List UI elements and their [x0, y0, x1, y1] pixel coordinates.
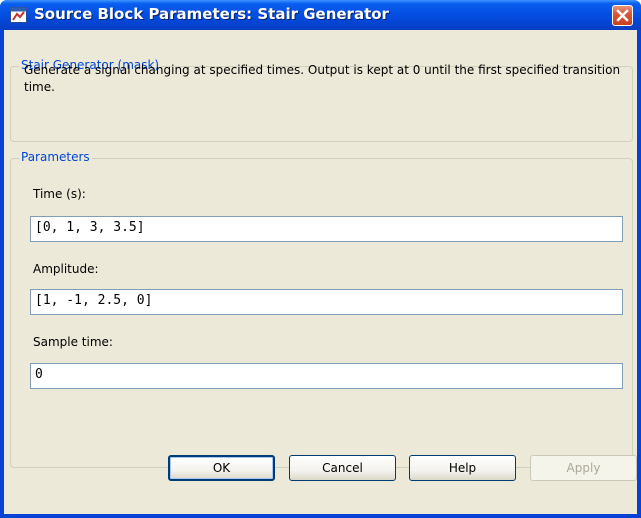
apply-button: Apply [530, 455, 637, 481]
help-button[interactable]: Help [409, 455, 516, 481]
ok-button[interactable]: OK [168, 455, 275, 481]
sample-time-label: Sample time: [33, 335, 113, 349]
close-button[interactable] [612, 5, 633, 26]
dialog-window: Source Block Parameters: Stair Generator… [0, 0, 641, 518]
window-title: Source Block Parameters: Stair Generator [34, 5, 389, 23]
parameters-group-legend: Parameters [19, 150, 92, 164]
amplitude-input[interactable]: [1, -1, 2.5, 0] [30, 289, 623, 315]
amplitude-label: Amplitude: [33, 262, 99, 276]
mask-description: Generate a signal changing at specified … [24, 63, 621, 94]
sample-time-input[interactable]: 0 [30, 363, 623, 389]
title-bar[interactable]: Source Block Parameters: Stair Generator [0, 0, 641, 30]
close-icon [616, 9, 629, 22]
simulink-block-icon [10, 7, 27, 23]
dialog-body: Stair Generator (mask) Parameters [4, 30, 637, 514]
time-input[interactable]: [0, 1, 3, 3.5] [30, 216, 623, 242]
time-label: Time (s): [33, 187, 86, 201]
cancel-button[interactable]: Cancel [289, 455, 396, 481]
